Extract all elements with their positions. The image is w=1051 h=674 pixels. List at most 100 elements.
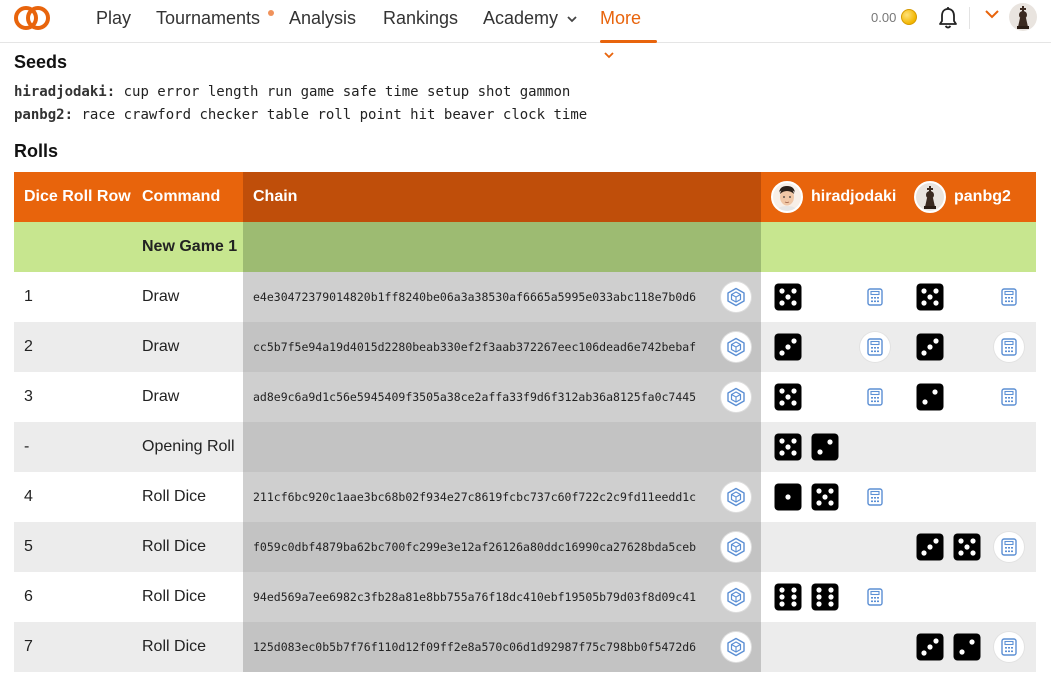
table-row: 4 Roll Dice 211cf6bc920c1aae3bc68b02f934e2… [14,472,1036,522]
seeds-heading: Seeds [14,52,68,72]
calculator-button[interactable] [994,532,1024,562]
calculator-button[interactable] [994,632,1024,662]
row-number: 6 [24,588,33,605]
chain-cell: 211cf6bc920c1aae3bc68b02f934e27c8619fcbc… [243,472,761,522]
calculator-button[interactable] [994,332,1024,362]
bell-icon[interactable] [937,6,959,30]
chain-cell: ad8e9c6a9d1c56e5945409f3505a38ce2affa33f… [243,372,761,422]
die-face-icon [916,283,944,311]
top-nav: Play Tournaments Analysis Rankings Acade… [0,0,1051,59]
calculator-icon [1001,388,1017,406]
seed-player: hiradjodaki: [14,84,116,100]
chain-cell: e4e30472379014820b1ff8240be06a3a38530af6… [243,272,761,322]
verify-chain-button[interactable] [721,532,751,562]
chain-hash: 94ed569a7ee6982c3fb28a81e8bb755a76f18dc4… [253,590,697,604]
die-face-icon [953,533,981,561]
die-face-icon [916,333,944,361]
header-player1: hiradjodaki [761,172,904,222]
verify-chain-button[interactable] [721,332,751,362]
seed-words: cup error length run game safe time setu… [123,84,571,100]
chain-cell [243,222,761,272]
row-number: 4 [24,488,33,505]
table-row: 1 Draw e4e30472379014820b1ff8240be06a3a385… [14,272,1036,322]
calculator-button[interactable] [860,582,890,612]
player1-avatar [771,181,803,213]
verify-chain-button[interactable] [721,382,751,412]
tournaments-notification-dot [268,10,274,16]
player1-name: hiradjodaki [811,188,897,205]
calculator-button[interactable] [860,482,890,512]
nav-divider [969,7,970,29]
die-face-icon [916,533,944,561]
chain-hash: f059c0dbf4879ba62bc700fc299e3e12af26126a… [253,540,697,554]
die-face-icon [953,633,981,661]
player2-cell [904,572,1036,622]
king-piece-icon [1017,6,1029,29]
cube-icon [727,387,745,407]
die-face-icon [774,283,802,311]
seed-player: panbg2: [14,107,74,123]
nav-academy[interactable]: Academy [483,0,577,43]
verify-chain-button[interactable] [721,482,751,512]
nav-play[interactable]: Play [96,0,131,43]
user-avatar[interactable] [1009,3,1037,31]
verify-chain-button[interactable] [721,582,751,612]
chain-hash: e4e30472379014820b1ff8240be06a3a38530af6… [253,290,697,304]
nav-analysis[interactable]: Analysis [289,0,356,43]
verify-chain-button[interactable] [721,632,751,662]
calculator-icon [1001,288,1017,306]
nav-rankings[interactable]: Rankings [383,0,458,43]
die-face-icon [774,433,802,461]
player2-cell [904,522,1036,572]
die-face-icon [811,483,839,511]
calculator-button[interactable] [994,382,1024,412]
header-player2: panbg2 [904,172,1036,222]
site-logo-icon[interactable] [14,5,50,31]
calculator-icon [867,388,883,406]
cube-icon [727,287,745,307]
calculator-icon [867,588,883,606]
row-number: 7 [24,638,33,655]
player2-cell [904,472,1036,522]
nav-more[interactable]: More [600,0,657,59]
calculator-icon [1001,338,1017,356]
player2-cell [904,622,1036,672]
player2-name: panbg2 [954,188,1011,205]
player1-cell [761,322,904,372]
row-number: - [24,438,30,455]
row-number: 2 [24,338,33,355]
cube-icon [727,537,745,557]
header-command: Command [142,188,221,205]
seed-line: panbg2: race crawford checker table roll… [14,107,587,123]
player2-cell [904,222,1036,272]
chevron-down-icon [567,16,577,23]
player1-cell [761,272,904,322]
header-chain: Chain [243,172,761,222]
chevron-down-icon [604,52,614,59]
chain-hash: 125d083ec0b5b7f76f110d12f09ff2e8a570c06d… [253,640,697,654]
player2-cell [904,372,1036,422]
calculator-icon [1001,538,1017,556]
nav-tournaments[interactable]: Tournaments [156,0,260,43]
player2-cell [904,272,1036,322]
calculator-button[interactable] [994,282,1024,312]
table-row: 5 Roll Dice f059c0dbf4879ba62bc700fc299e3e… [14,522,1036,572]
chain-cell: cc5b7f5e94a19d4015d2280beab330ef2f3aab37… [243,322,761,372]
game-label: New Game 1 [142,238,238,255]
king-piece-icon [916,183,944,211]
die-face-icon [774,583,802,611]
chain-cell: 94ed569a7ee6982c3fb28a81e8bb755a76f18dc4… [243,572,761,622]
player1-cell [761,572,904,622]
coin-balance: 0.00 [871,10,897,25]
table-row: - Opening Roll [14,422,1036,472]
calculator-button[interactable] [860,382,890,412]
coin-icon [901,9,917,25]
verify-chain-button[interactable] [721,282,751,312]
row-number: 1 [24,288,33,305]
calculator-button[interactable] [860,282,890,312]
row-number [14,222,142,272]
player1-cell [761,472,904,522]
chevron-down-icon[interactable] [985,9,999,19]
die-face-icon [774,383,802,411]
calculator-button[interactable] [860,332,890,362]
